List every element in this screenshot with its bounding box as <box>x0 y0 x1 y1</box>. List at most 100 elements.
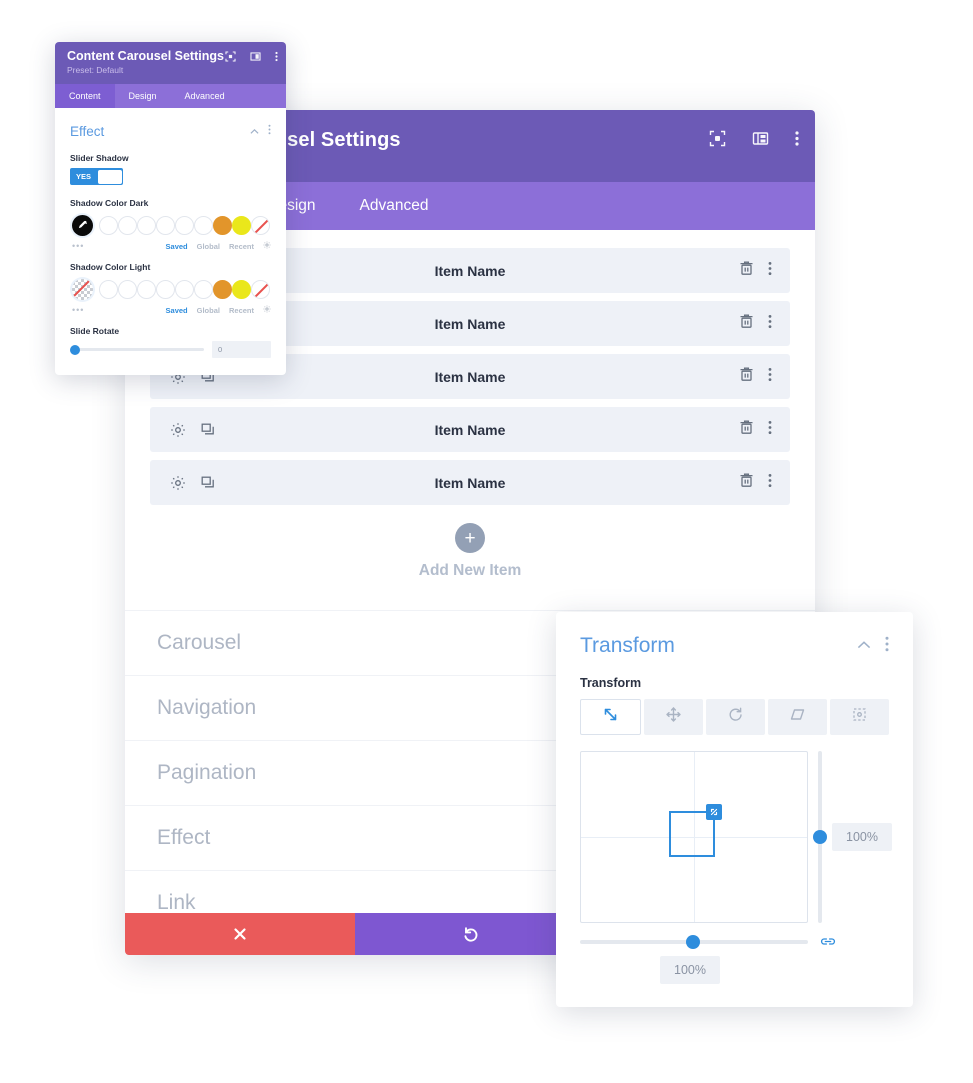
kebab-menu-icon[interactable] <box>768 367 772 387</box>
trash-icon[interactable] <box>739 313 754 334</box>
section-title: Effect <box>70 123 105 139</box>
split-view-icon[interactable] <box>752 130 769 147</box>
color-swatch-empty[interactable] <box>99 216 118 235</box>
chevron-up-icon[interactable] <box>250 122 259 140</box>
transform-scale-editor: 100% <box>580 751 892 923</box>
kebab-menu-icon[interactable] <box>885 636 889 657</box>
color-swatch-empty[interactable] <box>137 280 156 299</box>
kebab-menu-icon[interactable] <box>768 420 772 440</box>
palette-global[interactable]: Global <box>197 306 220 315</box>
color-swatch-empty[interactable] <box>137 216 156 235</box>
resize-handle-icon[interactable] <box>706 804 722 820</box>
split-view-icon[interactable] <box>250 51 261 62</box>
duplicate-icon[interactable] <box>200 475 216 491</box>
panel-header: Content Carousel Settings Preset: Defaul… <box>55 42 286 84</box>
cancel-button[interactable] <box>125 913 355 955</box>
kebab-menu-icon[interactable] <box>768 473 772 493</box>
color-swatch-empty[interactable] <box>156 216 175 235</box>
focus-icon[interactable] <box>709 130 726 147</box>
color-swatch-empty[interactable] <box>118 216 137 235</box>
color-swatch-empty[interactable] <box>194 216 213 235</box>
scale-box[interactable] <box>669 804 722 857</box>
kebab-menu-icon[interactable] <box>768 314 772 334</box>
color-swatch-empty[interactable] <box>175 280 194 299</box>
scale-x-knob[interactable] <box>686 934 700 949</box>
transform-field-label: Transform <box>580 676 642 690</box>
gear-icon[interactable] <box>263 305 271 315</box>
panel-preset[interactable]: Preset: Default <box>67 65 276 75</box>
more-options-icon[interactable]: ••• <box>72 305 84 315</box>
color-swatch-none[interactable] <box>251 216 270 235</box>
slider-shadow-label: Slider Shadow <box>70 153 129 163</box>
shadow-color-light-label: Shadow Color Light <box>70 262 151 272</box>
transform-title: Transform <box>580 634 675 657</box>
transform-tab-rotate[interactable] <box>706 699 765 735</box>
tab-design[interactable]: Design <box>115 84 171 108</box>
scale-canvas[interactable] <box>580 751 808 923</box>
scale-y-slider[interactable]: 100% <box>813 751 892 923</box>
color-swatch-none[interactable] <box>251 280 270 299</box>
slider-shadow-toggle[interactable]: YES <box>70 168 123 185</box>
transform-header-actions <box>857 636 889 657</box>
trash-icon[interactable] <box>739 419 754 440</box>
selected-swatch-dark[interactable] <box>70 213 95 238</box>
selected-swatch-light[interactable] <box>70 277 95 302</box>
table-row[interactable]: Item Name <box>150 407 790 452</box>
transform-tab-move[interactable] <box>644 699 703 735</box>
scale-y-knob[interactable] <box>813 830 827 844</box>
kebab-menu-icon[interactable] <box>268 122 271 140</box>
gear-icon[interactable] <box>170 475 186 491</box>
kebab-menu-icon[interactable] <box>275 51 278 62</box>
color-swatch-empty[interactable] <box>99 280 118 299</box>
shadow-color-dark-swatches <box>70 213 271 238</box>
palette-global[interactable]: Global <box>197 242 220 251</box>
color-swatch-orange[interactable] <box>213 280 232 299</box>
scale-x-value[interactable]: 100% <box>660 956 720 984</box>
tab-content[interactable]: Content <box>55 84 115 108</box>
trash-icon[interactable] <box>739 260 754 281</box>
row-right-actions <box>739 419 790 440</box>
color-swatch-empty[interactable] <box>175 216 194 235</box>
scale-x-slider[interactable] <box>580 934 808 949</box>
transform-tab-origin[interactable] <box>830 699 889 735</box>
kebab-menu-icon[interactable] <box>768 261 772 281</box>
gear-icon[interactable] <box>263 241 271 251</box>
focus-icon[interactable] <box>225 51 236 62</box>
row-left-actions <box>150 475 216 491</box>
kebab-menu-icon[interactable] <box>795 130 799 147</box>
table-row[interactable]: Item Name <box>150 460 790 505</box>
palette-recent[interactable]: Recent <box>229 306 254 315</box>
transform-tab-scale[interactable] <box>580 699 641 735</box>
color-swatch-empty[interactable] <box>118 280 137 299</box>
transform-tab-skew[interactable] <box>768 699 827 735</box>
trash-icon[interactable] <box>739 472 754 493</box>
row-right-actions <box>739 313 790 334</box>
shadow-color-dark-label: Shadow Color Dark <box>70 198 149 208</box>
slide-rotate-input[interactable]: 0 <box>212 341 271 358</box>
add-new-item-button[interactable]: + Add New Item <box>150 523 790 580</box>
duplicate-icon[interactable] <box>200 422 216 438</box>
skew-icon <box>789 706 806 728</box>
color-swatch-orange[interactable] <box>213 216 232 235</box>
tab-advanced[interactable]: Advanced <box>338 182 451 230</box>
slide-rotate-slider[interactable] <box>70 344 204 355</box>
more-options-icon[interactable]: ••• <box>72 241 84 251</box>
scale-y-value[interactable]: 100% <box>832 823 892 851</box>
slider-knob[interactable] <box>70 344 80 355</box>
undo-button[interactable] <box>355 913 585 955</box>
link-icon[interactable] <box>820 935 836 948</box>
trash-icon[interactable] <box>739 366 754 387</box>
color-swatch-yellow[interactable] <box>232 280 251 299</box>
gear-icon[interactable] <box>170 422 186 438</box>
color-swatch-yellow[interactable] <box>232 216 251 235</box>
palette-recent[interactable]: Recent <box>229 242 254 251</box>
palette-saved[interactable]: Saved <box>166 306 188 315</box>
panel-tabs: Content Design Advanced <box>55 84 286 108</box>
palette-saved[interactable]: Saved <box>166 242 188 251</box>
chevron-up-icon[interactable] <box>857 637 871 655</box>
tab-advanced[interactable]: Advanced <box>171 84 239 108</box>
color-swatch-empty[interactable] <box>194 280 213 299</box>
move-icon <box>665 706 682 728</box>
origin-icon <box>851 706 868 728</box>
color-swatch-empty[interactable] <box>156 280 175 299</box>
